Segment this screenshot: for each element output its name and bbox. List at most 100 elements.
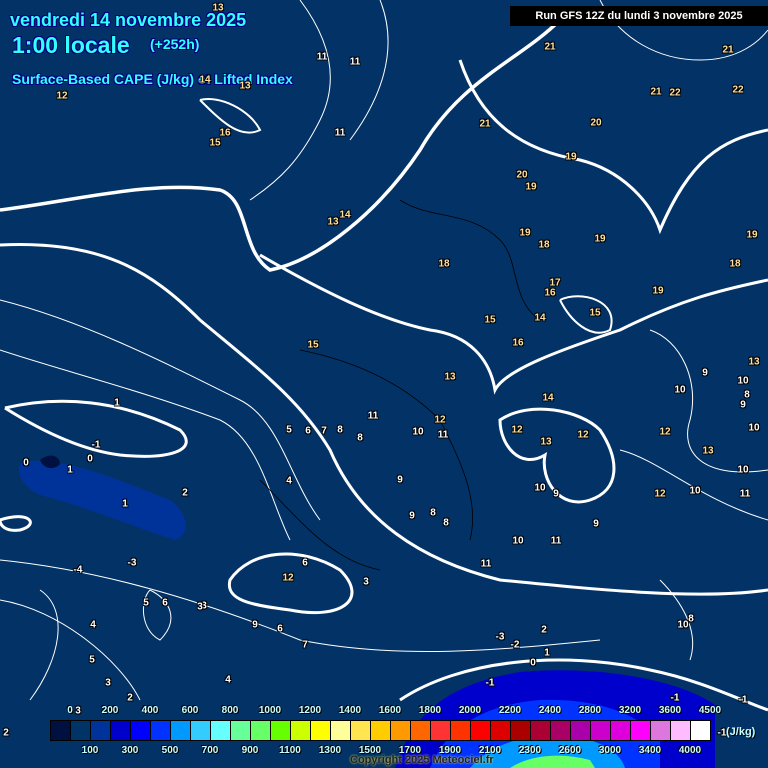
lifted-index-label: 5: [286, 424, 292, 436]
lifted-index-label: -4: [73, 564, 83, 576]
lifted-index-label: 10: [412, 426, 424, 438]
colorbar-tick-top: 2200: [498, 705, 522, 716]
colorbar-swatch: [531, 721, 551, 740]
lifted-index-label: 11: [316, 51, 328, 63]
lifted-index-label: 22: [732, 84, 744, 96]
lifted-index-label: 7: [302, 639, 308, 651]
lifted-index-label: 10: [737, 464, 749, 476]
colorbar-swatch: [631, 721, 651, 740]
lifted-index-label: 21: [650, 86, 662, 98]
colorbar-swatch: [291, 721, 311, 740]
lifted-index-label: 4: [286, 475, 292, 487]
lifted-index-label: 6: [162, 597, 168, 609]
lifted-index-label: 20: [590, 117, 602, 129]
colorbar-swatch: [511, 721, 531, 740]
lifted-index-label: 1: [122, 498, 128, 510]
lifted-index-label: 6: [305, 425, 311, 437]
colorbar-swatch: [491, 721, 511, 740]
lifted-index-label: 2: [182, 487, 188, 499]
colorbar-tick-top: 2800: [578, 705, 602, 716]
colorbar-swatch: [91, 721, 111, 740]
lifted-index-label: 1: [67, 464, 73, 476]
lifted-index-label: 19: [519, 227, 531, 239]
lifted-index-label: 0: [23, 457, 29, 469]
colorbar-tick-top: 1400: [338, 705, 362, 716]
lifted-index-label: 19: [525, 181, 537, 193]
colorbar-tick-top: 600: [181, 705, 199, 716]
lifted-index-label: -1: [670, 692, 680, 704]
lifted-index-label: 12: [56, 90, 68, 102]
lifted-index-label: 13: [239, 80, 251, 92]
lifted-index-label: 15: [307, 339, 319, 351]
run-info: Run GFS 12Z du lundi 3 novembre 2025: [510, 6, 768, 26]
colorbar-tick-top: 0: [67, 705, 73, 716]
colorbar-swatch: [171, 721, 191, 740]
lifted-index-label: 4: [90, 619, 96, 631]
colorbar-tick-bottom: 4000: [678, 745, 702, 756]
colorbar-swatch: [651, 721, 671, 740]
lifted-index-label: 6: [277, 623, 283, 635]
forecast-date: vendredi 14 novembre 2025: [10, 10, 247, 30]
colorbar-tick-top: 1800: [418, 705, 442, 716]
lifted-index-label: 7: [321, 425, 327, 437]
lifted-index-label: 12: [282, 572, 294, 584]
lifted-index-label: 14: [542, 392, 554, 404]
colorbar-tick-bottom: 3400: [638, 745, 662, 756]
lifted-index-label: 11: [367, 410, 379, 422]
colorbar-tick-bottom: 500: [161, 745, 179, 756]
lifted-index-label: 10: [512, 535, 524, 547]
lifted-index-label: 13: [444, 371, 456, 383]
lifted-index-label: 12: [511, 424, 523, 436]
lifted-index-label: 10: [689, 485, 701, 497]
colorbar-swatch: [211, 721, 231, 740]
lifted-index-label: 14: [339, 209, 351, 221]
lifted-index-label: 11: [334, 127, 346, 139]
colorbar-swatch: [451, 721, 471, 740]
copyright: Copyright 2025 Meteociel.fr: [350, 754, 494, 766]
lifted-index-label: 14: [534, 312, 546, 324]
lifted-index-label: 8: [430, 507, 436, 519]
colorbar-swatch: [471, 721, 491, 740]
lifted-index-label: 8: [443, 517, 449, 529]
lifted-index-label: 10: [737, 375, 749, 387]
colorbar-swatch: [271, 721, 291, 740]
lifted-index-label: 15: [589, 307, 601, 319]
colorbar-swatch: [231, 721, 251, 740]
weather-map: [0, 0, 768, 768]
colorbar-tick-bottom: 3000: [598, 745, 622, 756]
colorbar-tick-top: 800: [221, 705, 239, 716]
colorbar-swatch: [311, 721, 331, 740]
lifted-index-label: 12: [434, 414, 446, 426]
colorbar-tick-top: 4500: [698, 705, 722, 716]
colorbar-swatch: [371, 721, 391, 740]
lifted-index-label: 13: [327, 216, 339, 228]
colorbar-tick-top: 3200: [618, 705, 642, 716]
lifted-index-label: 19: [594, 233, 606, 245]
colorbar-swatch: [591, 721, 611, 740]
lifted-index-label: 3: [363, 576, 369, 588]
lifted-index-label: 8: [744, 389, 750, 401]
colorbar-tick-top: 1000: [258, 705, 282, 716]
colorbar-swatch: [351, 721, 371, 740]
colorbar-tick-bottom: 900: [241, 745, 259, 756]
lifted-index-label: 1: [114, 397, 120, 409]
lifted-index-label: 9: [252, 619, 258, 631]
colorbar-swatch: [431, 721, 451, 740]
lifted-index-label: 9: [553, 488, 559, 500]
lifted-index-label: 22: [669, 87, 681, 99]
colorbar-unit: (J/kg): [726, 726, 756, 738]
colorbar-tick-top: 200: [101, 705, 119, 716]
lifted-index-label: 8: [337, 424, 343, 436]
lifted-index-label: 8: [688, 613, 694, 625]
colorbar-tick-bottom: 1300: [318, 745, 342, 756]
colorbar-swatch: [151, 721, 171, 740]
colorbar-swatch: [411, 721, 431, 740]
lifted-index-label: 13: [748, 356, 760, 368]
lifted-index-label: 12: [577, 429, 589, 441]
lifted-index-label: 3: [75, 705, 81, 717]
colorbar-swatch: [671, 721, 691, 740]
lifted-index-label: 10: [674, 384, 686, 396]
colorbar-swatch: [331, 721, 351, 740]
lifted-index-label: 20: [516, 169, 528, 181]
lifted-index-label: 3: [197, 601, 203, 613]
